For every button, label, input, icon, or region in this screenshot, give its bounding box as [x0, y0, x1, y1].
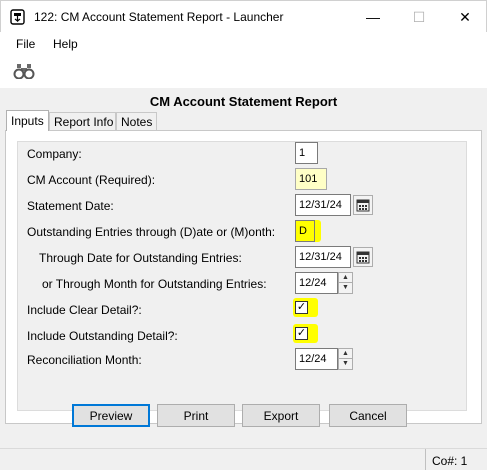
tab-report-info[interactable]: Report Info: [49, 112, 116, 131]
title-bar: 122: CM Account Statement Report - Launc…: [0, 0, 487, 32]
maximize-button[interactable]: ☐: [396, 1, 442, 33]
cm-account-label: CM Account (Required):: [27, 173, 156, 187]
app-icon: [10, 9, 25, 25]
cancel-button[interactable]: Cancel: [329, 404, 407, 427]
menu-file[interactable]: File: [16, 37, 35, 51]
minimize-icon: —: [366, 9, 380, 25]
company-number-status: Co#: 1: [425, 449, 487, 470]
print-button[interactable]: Print: [157, 404, 235, 427]
tab-inputs[interactable]: Inputs: [6, 110, 49, 131]
cm-account-field[interactable]: 101: [295, 168, 327, 190]
statement-date-label: Statement Date:: [27, 199, 114, 213]
through-month-field[interactable]: 12/24: [295, 272, 338, 294]
reconciliation-month-spinner[interactable]: ▲ ▼: [338, 348, 353, 370]
include-outstanding-label: Include Outstanding Detail?:: [27, 329, 178, 343]
close-icon: ✕: [459, 8, 471, 25]
report-title: CM Account Statement Report: [149, 94, 338, 109]
window-title: 122: CM Account Statement Report - Launc…: [34, 10, 284, 24]
through-month-label: or Through Month for Outstanding Entries…: [42, 277, 267, 291]
company-label: Company:: [27, 147, 82, 161]
spin-down-icon[interactable]: ▼: [339, 283, 352, 293]
outstanding-through-field[interactable]: D: [295, 220, 315, 242]
through-date-field[interactable]: 12/31/24: [295, 246, 351, 268]
inputs-panel: Company: 1 CM Account (Required): 101 St…: [5, 130, 482, 424]
status-bar: Co#: 1: [0, 448, 487, 470]
binoculars-icon[interactable]: [13, 63, 35, 79]
preview-button[interactable]: Preview: [72, 404, 150, 427]
through-date-label: Through Date for Outstanding Entries:: [39, 251, 242, 265]
calendar-icon: [356, 251, 370, 264]
toolbar: [0, 56, 487, 88]
reconciliation-month-field[interactable]: 12/24: [295, 348, 338, 370]
company-field[interactable]: 1: [295, 142, 318, 164]
tab-notes[interactable]: Notes: [116, 112, 157, 131]
menu-help[interactable]: Help: [53, 37, 78, 51]
calendar-icon: [356, 199, 370, 212]
spin-up-icon[interactable]: ▲: [339, 349, 352, 359]
statement-date-field[interactable]: 12/31/24: [295, 194, 351, 216]
include-clear-checkbox[interactable]: ✓: [295, 301, 308, 314]
spin-up-icon[interactable]: ▲: [339, 273, 352, 283]
include-outstanding-checkbox[interactable]: ✓: [295, 327, 308, 340]
through-month-spinner[interactable]: ▲ ▼: [338, 272, 353, 294]
minimize-button[interactable]: —: [350, 1, 396, 33]
include-clear-label: Include Clear Detail?:: [27, 303, 142, 317]
statement-date-calendar-button[interactable]: [353, 195, 373, 215]
close-button[interactable]: ✕: [442, 1, 487, 33]
export-button[interactable]: Export: [242, 404, 320, 427]
main-area: CM Account Statement Report Inputs Repor…: [0, 88, 487, 448]
outstanding-through-label: Outstanding Entries through (D)ate or (M…: [27, 225, 276, 239]
menu-bar: File Help: [0, 32, 487, 56]
reconciliation-month-label: Reconciliation Month:: [27, 353, 142, 367]
spin-down-icon[interactable]: ▼: [339, 359, 352, 369]
maximize-icon: ☐: [412, 8, 426, 25]
through-date-calendar-button[interactable]: [353, 247, 373, 267]
